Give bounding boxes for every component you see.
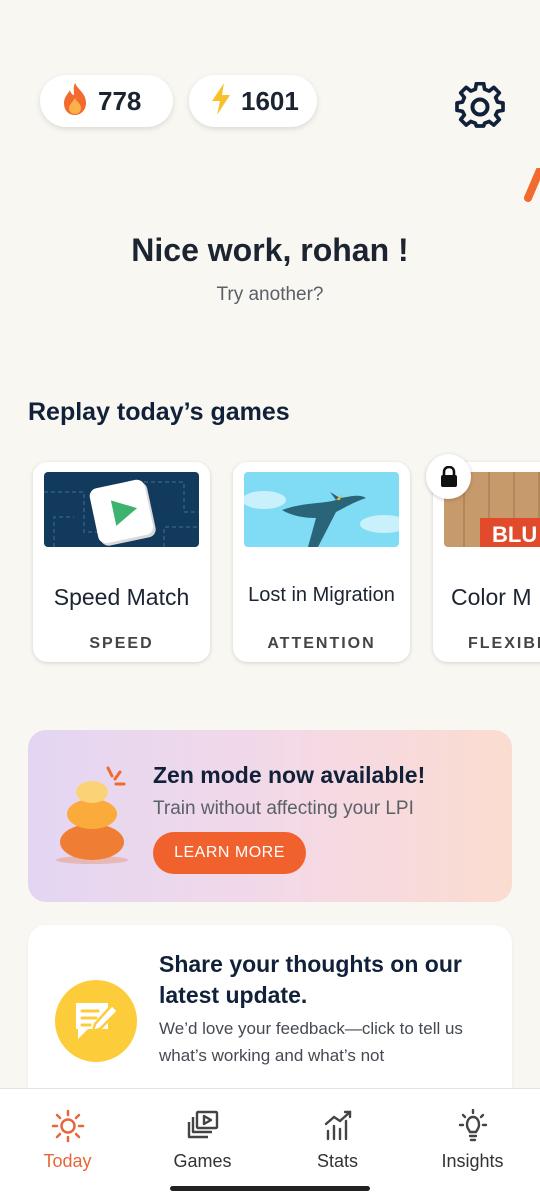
game-card-lost-in-migration[interactable]: Lost in Migration ATTENTION	[233, 462, 410, 662]
home-indicator[interactable]	[170, 1186, 370, 1191]
zen-mode-banner[interactable]: Zen mode now available! Train without af…	[28, 730, 512, 902]
feedback-title: Share your thoughts on our latest update…	[159, 951, 462, 1008]
lightning-icon	[209, 82, 233, 121]
page-subtitle[interactable]: Try another?	[0, 284, 540, 306]
decorative-stroke	[524, 168, 540, 202]
tab-today[interactable]: Today	[0, 1089, 135, 1180]
game-name: Lost in Migration	[248, 584, 395, 606]
stats-icon	[324, 1110, 351, 1141]
tab-label: Insights	[441, 1151, 504, 1171]
lpi-count: 1601	[241, 85, 299, 116]
game-category: FLEXIBIL	[468, 635, 540, 652]
game-card-speed-match[interactable]: Speed Match SPEED	[33, 462, 210, 662]
tab-label: Today	[43, 1151, 92, 1171]
zen-title: Zen mode now available!	[153, 762, 426, 788]
sun-icon	[51, 1109, 84, 1143]
tab-stats[interactable]: Stats	[270, 1089, 405, 1180]
lightbulb-icon	[458, 1109, 487, 1142]
feedback-body: We’d love your feedback—click to tell us…	[159, 1019, 463, 1065]
lpi-pill[interactable]: 1601	[189, 75, 317, 127]
learn-more-button[interactable]: LEARN MORE	[153, 832, 306, 874]
gear-icon[interactable]	[455, 81, 505, 132]
tab-insights[interactable]: Insights	[405, 1089, 540, 1180]
game-art-lost-in-migration	[244, 472, 399, 547]
games-icon	[187, 1110, 218, 1139]
tab-label: Stats	[316, 1151, 359, 1171]
tab-games[interactable]: Games	[135, 1089, 270, 1180]
section-title: Replay today’s games	[28, 398, 290, 426]
streak-count: 778	[98, 85, 142, 116]
tab-label: Games	[173, 1151, 232, 1171]
lock-icon	[426, 454, 471, 499]
game-category: ATTENTION	[267, 635, 376, 652]
feedback-icon	[55, 980, 137, 1062]
game-art-speed-match	[44, 472, 199, 547]
bottom-nav: Today Games Stats Insights	[0, 1088, 540, 1180]
game-name: Color M	[451, 584, 532, 610]
game-name: Speed Match	[53, 584, 190, 610]
stones-icon	[56, 766, 128, 864]
game-category: SPEED	[89, 635, 154, 652]
flame-icon	[60, 82, 90, 121]
zen-subtitle: Train without affecting your LPI	[153, 798, 414, 819]
streak-pill[interactable]: 778	[40, 75, 173, 127]
page-title: Nice work, rohan !	[131, 232, 409, 268]
game-art-word: BLU	[492, 522, 538, 547]
